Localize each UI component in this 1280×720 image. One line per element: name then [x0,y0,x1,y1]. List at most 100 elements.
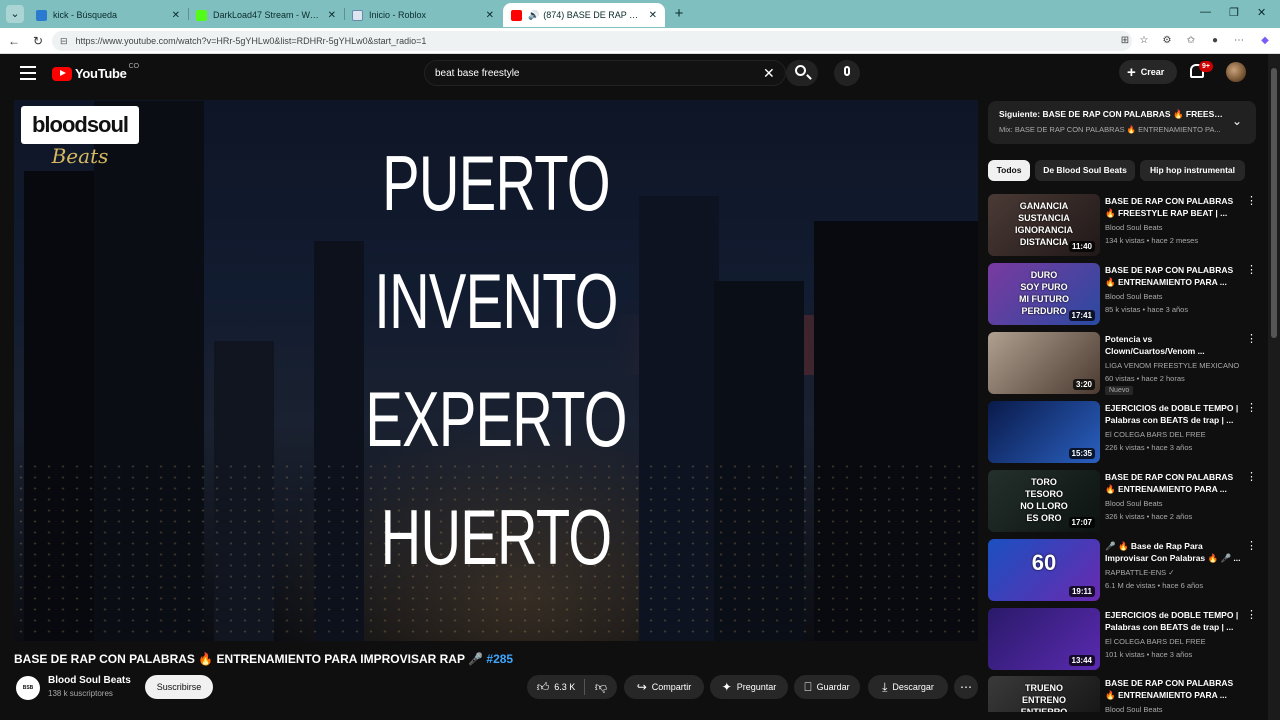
youtube-favicon-icon [511,9,522,21]
more-actions-button[interactable]: ⋯ [954,675,978,699]
lyric-word: HUERTO [380,493,612,581]
list-item[interactable]: TRUENO ENTRENO ENTIERRO BASE DE RAP CON … [988,676,1250,716]
split-view-icon[interactable]: ⊞ [1118,34,1132,48]
profile-icon[interactable]: ● [1208,34,1222,48]
roblox-favicon-icon [352,9,363,21]
scrollbar-thumb[interactable] [1271,68,1277,338]
search-button[interactable] [786,60,818,86]
video-player[interactable]: bloodsoul Beats PUERTO INVENTO EXPERTO H… [14,100,978,641]
video-thumbnail[interactable]: TORO TESORO NO LLORO ES ORO 17:07 [988,470,1100,532]
video-thumbnail[interactable]: 3:20 [988,332,1100,394]
site-info-icon[interactable]: ⊟ [60,36,68,47]
search-box: ✕ [424,60,786,86]
sparkle-icon: ✦ [721,680,732,694]
browser-tab[interactable]: DarkLoad47 Stream - Watch Live o ✕ [188,3,344,27]
clear-search-icon[interactable]: ✕ [763,65,775,82]
youtube-logo[interactable]: YouTube CO [52,63,139,81]
video-thumbnail[interactable]: GANANCIA SUSTANCIA IGNORANCIA DISTANCIA … [988,194,1100,256]
account-avatar[interactable] [1226,62,1246,82]
more-vertical-icon[interactable]: ⋮ [1246,196,1257,207]
video-thumbnail[interactable]: DURO SOY PURO MI FUTURO PERDURO 17:41 [988,263,1100,325]
more-horizontal-icon: ⋯ [960,680,972,694]
video-thumbnail[interactable]: 60 19:11 [988,539,1100,601]
speaker-icon[interactable]: 🔊 [528,10,539,21]
page-bottom-edge [14,712,1268,720]
reload-icon[interactable]: ↻ [30,33,46,49]
like-button[interactable]: 👍︎ 6.3 K [527,675,585,699]
address-bar-row: ← ↻ ⊟ https://www.youtube.com/watch?v=HR… [0,28,1280,54]
lyric-word: PUERTO [382,139,610,227]
download-icon: ⤓ [882,680,888,694]
voice-search-button[interactable] [834,60,860,86]
channel-avatar[interactable]: BSB [16,676,40,700]
more-vertical-icon[interactable]: ⋮ [1246,610,1257,621]
tab-list-menu-icon[interactable]: ⌄ [6,5,24,23]
browser-tab[interactable]: kick - Búsqueda ✕ [28,3,188,27]
more-vertical-icon[interactable]: ⋮ [1246,265,1257,276]
favorites-icon[interactable]: ✩ [1184,34,1198,48]
chip-todos[interactable]: Todos [988,160,1030,181]
more-vertical-icon[interactable]: ⋮ [1246,403,1257,414]
share-button[interactable]: ↪ Compartir [624,675,704,699]
plus-icon: + [1127,63,1136,81]
list-item[interactable]: 3:20 Potencia vs Clown/Cuartos/Venom ...… [988,332,1257,395]
youtube-masthead: YouTube CO ✕ + Crear 9+ [0,54,1268,94]
youtube-play-icon [52,66,72,81]
guide-menu-icon[interactable] [20,66,36,80]
close-icon[interactable]: ✕ [172,10,180,21]
list-item[interactable]: 15:35 EJERCICIOS de DOBLE TEMPO | Palabr… [988,401,1257,463]
thumbs-down-icon: 👎︎ [594,680,608,694]
back-icon[interactable]: ← [6,33,22,49]
video-thumbnail[interactable]: TRUENO ENTRENO ENTIERRO [988,676,1100,716]
browser-tab-active[interactable]: 🔊 (874) BASE DE RAP CON PALA ✕ [503,3,665,27]
dislike-button[interactable]: 👎︎ [585,675,617,699]
ask-button[interactable]: ✦ Preguntar [710,675,788,699]
hashtag-link[interactable]: #285 [486,652,513,666]
create-button[interactable]: + Crear [1119,60,1177,84]
search-icon [795,65,806,76]
list-item[interactable]: 13:44 EJERCICIOS de DOBLE TEMPO | Palabr… [988,608,1257,670]
search-input[interactable] [435,65,755,82]
video-thumbnail[interactable]: 13:44 [988,608,1100,670]
close-icon[interactable]: ✕ [649,10,657,21]
url-field[interactable]: ⊟ https://www.youtube.com/watch?v=HRr-5g… [52,31,1132,51]
restore-icon[interactable]: ❐ [1229,6,1239,19]
favorite-star-icon[interactable]: ☆ [1137,34,1151,48]
close-icon[interactable]: ✕ [486,10,494,21]
close-icon[interactable]: ✕ [328,10,336,21]
more-menu-icon[interactable]: ⋯ [1232,34,1246,48]
channel-name[interactable]: Blood Soul Beats [48,675,131,686]
lyric-word: EXPERTO [365,375,627,463]
chevron-down-icon[interactable]: ⌄ [1232,114,1242,128]
subscriber-count: 138 k suscriptores [48,689,113,698]
minimize-icon[interactable]: — [1200,6,1211,18]
list-item[interactable]: GANANCIA SUSTANCIA IGNORANCIA DISTANCIA … [988,194,1257,256]
save-button[interactable]: ⎕ Guardar [794,675,860,699]
up-next-panel[interactable]: Siguiente: BASE DE RAP CON PALABRAS 🔥 FR… [988,101,1256,144]
notification-count-badge: 9+ [1199,61,1213,72]
video-title: BASE DE RAP CON PALABRAS 🔥 ENTRENAMIENTO… [14,652,514,666]
extensions-icon[interactable]: ⚙ [1160,34,1174,48]
list-item[interactable]: TORO TESORO NO LLORO ES ORO 17:07 BASE D… [988,470,1257,532]
list-item[interactable]: DURO SOY PURO MI FUTURO PERDURO 17:41 BA… [988,263,1257,325]
search-favicon-icon [36,9,47,21]
copilot-icon[interactable]: ◆ [1258,34,1272,48]
lyric-word: INVENTO [374,257,618,345]
video-thumbnail[interactable]: 15:35 [988,401,1100,463]
list-item[interactable]: 60 19:11 🎤 🔥 Base de Rap Para Improvisar… [988,539,1257,601]
subscribe-button[interactable]: Suscribirse [145,675,213,699]
more-vertical-icon[interactable]: ⋮ [1246,472,1257,483]
share-icon: ↪ [636,680,647,694]
download-button[interactable]: ⤓ Descargar [868,675,948,699]
kick-favicon-icon [196,9,207,21]
new-tab-button[interactable]: + [670,5,688,23]
chip-blood-soul-beats[interactable]: De Blood Soul Beats [1035,160,1135,181]
more-vertical-icon[interactable]: ⋮ [1246,334,1257,345]
more-vertical-icon[interactable]: ⋮ [1246,678,1250,689]
chip-hip-hop-instrumental[interactable]: Hip hop instrumental [1140,160,1245,181]
close-window-icon[interactable]: ✕ [1257,6,1266,19]
thumbs-up-icon: 👍︎ [536,680,550,694]
browser-tab[interactable]: Inicio - Roblox ✕ [344,3,502,27]
more-vertical-icon[interactable]: ⋮ [1246,541,1257,552]
page-scrollbar[interactable] [1268,54,1280,720]
